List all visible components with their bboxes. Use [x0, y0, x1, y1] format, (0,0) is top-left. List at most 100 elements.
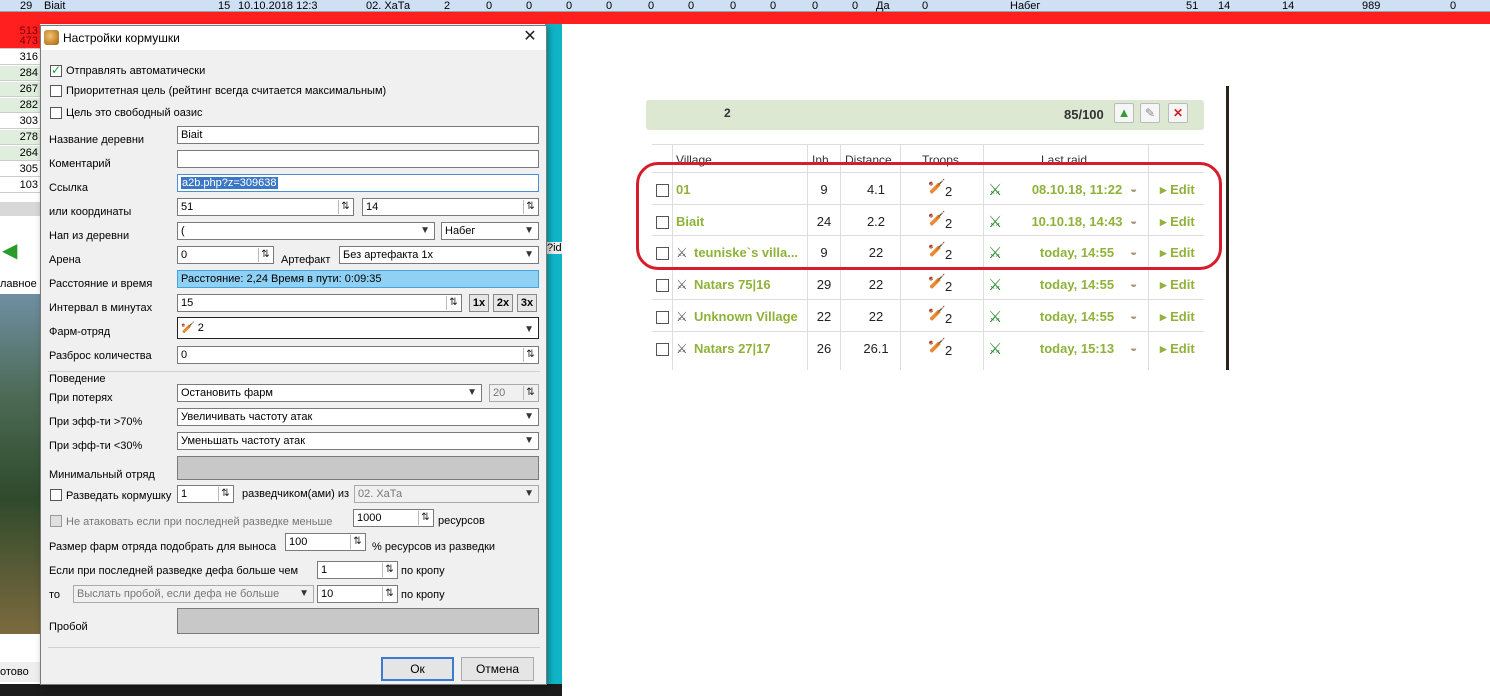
scout-checkbox[interactable]: [50, 489, 62, 501]
losses-value: Остановить фарм: [181, 387, 273, 399]
def-value: 1: [321, 564, 328, 576]
row-checkbox[interactable]: [656, 279, 669, 293]
min-squad-label: Минимальный отряд: [49, 469, 155, 481]
per-crop-label-2: по кропу: [401, 589, 445, 601]
spinner-icon[interactable]: ⇅: [446, 296, 460, 310]
send-auto-label: Отправлять автоматически: [66, 65, 206, 77]
farm-list-header: 2 85/100 ▲ ✎ ✕: [646, 100, 1204, 130]
collapse-up-icon[interactable]: ▲: [1114, 103, 1134, 123]
comment-label: Коментарий: [49, 158, 111, 170]
free-oasis-label: Цель это свободный оазис: [66, 107, 203, 119]
scout-from-select[interactable]: 02. ХаТа ▼: [354, 485, 539, 503]
artifact-select[interactable]: Без артефакта 1x ▼: [339, 246, 539, 264]
spinner-icon[interactable]: ⇅: [258, 248, 272, 262]
attack-type-select[interactable]: Набег ▼: [441, 222, 539, 240]
probe-field[interactable]: [177, 608, 539, 634]
crossed-swords-icon: ⚔: [676, 308, 688, 324]
farm-settings-dialog: Настройки кормушки ✕ Отправлять автомати…: [40, 25, 547, 685]
ok-button[interactable]: Ок: [381, 657, 454, 681]
spinner-icon[interactable]: ⇅: [338, 200, 352, 214]
send-auto-checkbox[interactable]: [50, 63, 62, 77]
spinner-icon[interactable]: ⇅: [382, 587, 396, 601]
village-link[interactable]: Natars 75|16: [694, 277, 771, 292]
losses-pct-input[interactable]: 20 ⇅: [489, 384, 539, 402]
losses-select[interactable]: Остановить фарм ▼: [177, 384, 482, 402]
edit-link[interactable]: ▸ Edit: [1160, 309, 1195, 325]
distance-value: 22: [868, 308, 884, 324]
free-oasis-checkbox[interactable]: [50, 107, 62, 119]
table-row[interactable]: [0, 12, 1490, 24]
cell: 14: [1218, 0, 1231, 12]
inh-value: 29: [816, 277, 832, 293]
cell: 0: [852, 0, 859, 12]
tab-main[interactable]: лавное: [0, 278, 37, 290]
then-num-input[interactable]: 10 ⇅: [317, 585, 398, 603]
size-input[interactable]: 100 ⇅: [285, 533, 366, 551]
close-icon[interactable]: ✕: [522, 28, 538, 46]
comment-input[interactable]: [177, 150, 539, 168]
cell: 2: [444, 0, 451, 12]
spinner-icon[interactable]: ⇅: [218, 487, 232, 501]
spinner-icon[interactable]: ⇅: [382, 563, 396, 577]
eff-high-select[interactable]: Увеличивать частоту атак ▼: [177, 408, 539, 426]
taskbar: [0, 684, 562, 696]
coord-y-input[interactable]: 14 ⇅: [362, 198, 539, 216]
spinner-icon[interactable]: ⇅: [523, 200, 537, 214]
scout-count-input[interactable]: 1 ⇅: [177, 485, 234, 503]
status-text: отово: [0, 662, 40, 682]
table-row[interactable]: 29 Biait 15 10.10.2018 12:3 02. ХаТа 2 0…: [0, 0, 1490, 12]
interval-value: 15: [181, 297, 194, 309]
from-village-select[interactable]: (▼: [177, 222, 435, 240]
chevron-down-icon: ▼: [299, 588, 309, 599]
spinner-icon[interactable]: ⇅: [523, 386, 537, 400]
arena-input[interactable]: 0 ⇅: [177, 246, 274, 264]
edit-link[interactable]: ▸ Edit: [1160, 341, 1195, 357]
highlight-outline: [636, 162, 1222, 270]
village-name-input[interactable]: Biait: [177, 126, 539, 144]
row-checkbox[interactable]: [656, 342, 669, 356]
no-attack-value: 1000: [357, 512, 382, 524]
coords-label: или координаты: [49, 206, 132, 218]
spread-input[interactable]: 0 ⇅: [177, 346, 539, 364]
edit-link[interactable]: ▸ Edit: [1160, 277, 1195, 293]
table-row[interactable]: ⚔ Natars 75|16 29 22 🏏 2 ⚔ today, 14:55 ◒ ▸ Edit: [652, 267, 1204, 299]
link-input[interactable]: a2b.php?z=309638: [177, 174, 539, 192]
divider: [48, 647, 540, 648]
village-link[interactable]: Unknown Village: [694, 309, 798, 324]
cell: 0: [648, 0, 655, 12]
cancel-button[interactable]: Отмена: [461, 657, 534, 681]
delete-icon[interactable]: ✕: [1168, 103, 1188, 123]
eff-high-label: При эфф-ти >70%: [49, 416, 143, 428]
spinner-icon[interactable]: ⇅: [523, 348, 537, 362]
club-icon: 🏏: [181, 322, 195, 334]
mult-3x-button[interactable]: 3x: [517, 294, 537, 312]
row-checkbox[interactable]: [656, 310, 669, 324]
def-input[interactable]: 1 ⇅: [317, 561, 398, 579]
cell: 10.10.2018 12:3: [238, 0, 318, 12]
scrollbar[interactable]: [0, 202, 40, 216]
crossed-swords-icon: ⚔: [676, 277, 688, 293]
table-row[interactable]: ⚔ Unknown Village 22 22 🏏 2 ⚔ today, 14:55 ◒ ▸ Ed…: [652, 298, 1204, 331]
coord-x-input[interactable]: 51 ⇅: [177, 198, 354, 216]
priority-checkbox[interactable]: [50, 85, 62, 97]
no-attack-input[interactable]: 1000 ⇅: [353, 509, 434, 527]
min-squad-field[interactable]: [177, 456, 539, 480]
eff-low-select[interactable]: Уменьшать частоту атак ▼: [177, 432, 539, 450]
no-attack-checkbox[interactable]: [50, 515, 62, 527]
mult-2x-button[interactable]: 2x: [493, 294, 513, 312]
cell: 15: [218, 0, 231, 12]
loot-bag-icon: ◒: [1130, 277, 1138, 292]
arrow-left-icon[interactable]: ◀: [2, 238, 17, 263]
farm-squad-select[interactable]: 🏏 2 ▼: [177, 317, 539, 339]
mult-1x-button[interactable]: 1x: [469, 294, 489, 312]
resources-label: ресурсов: [438, 515, 485, 527]
interval-input[interactable]: 15 ⇅: [177, 294, 462, 312]
then-select[interactable]: Выслать пробой, если дефа не больше ▼: [73, 585, 314, 603]
table-row[interactable]: ⚔ Natars 27|17 26 26.1 🏏 2 ⚔ today, 15:13 ◒ ▸ Edi…: [652, 330, 1204, 363]
spinner-icon[interactable]: ⇅: [350, 535, 364, 549]
spinner-icon[interactable]: ⇅: [418, 511, 432, 525]
then-num-value: 10: [321, 588, 334, 600]
club-icon: 🏏: [928, 336, 946, 353]
pencil-icon[interactable]: ✎: [1140, 103, 1160, 123]
village-link[interactable]: Natars 27|17: [694, 341, 771, 356]
